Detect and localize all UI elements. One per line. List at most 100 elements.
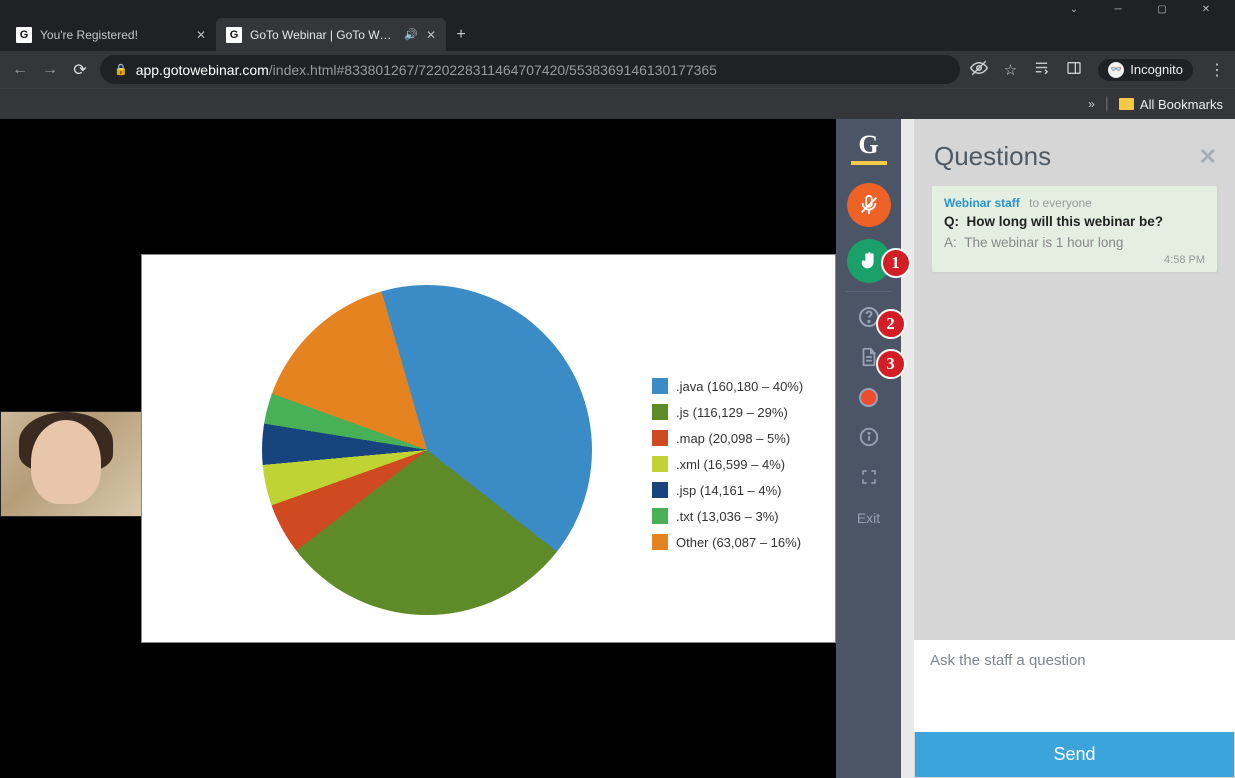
question-input-area: [914, 640, 1235, 732]
legend-item: .jsp (14,161 – 4%): [652, 477, 803, 503]
window-maximize-icon[interactable]: ▢: [1149, 2, 1175, 16]
legend-label: .java (160,180 – 40%): [676, 379, 803, 394]
favicon-icon: G: [226, 27, 242, 43]
incognito-icon: 👓: [1108, 62, 1124, 78]
reload-button[interactable]: ⟳: [70, 60, 90, 80]
qa-a-text: The webinar is 1 hour long: [964, 235, 1123, 250]
new-tab-button[interactable]: +: [446, 18, 476, 51]
fullscreen-button[interactable]: [852, 460, 886, 494]
qa-card: Webinar staff to everyone Q: How long wi…: [932, 186, 1217, 272]
legend-label: .js (116,129 – 29%): [676, 405, 788, 420]
qa-question: Q: How long will this webinar be?: [944, 214, 1205, 229]
tab-strip: G You're Registered! ✕ G GoTo Webinar | …: [0, 18, 1235, 51]
tab-registered[interactable]: G You're Registered! ✕: [6, 18, 216, 51]
expand-icon: [860, 468, 878, 486]
qa-a-prefix: A:: [944, 235, 957, 250]
recording-indicator: [852, 380, 886, 414]
info-icon: [858, 426, 880, 448]
qa-answer: A: The webinar is 1 hour long: [944, 235, 1205, 250]
send-button[interactable]: Send: [915, 732, 1234, 777]
browser-menu-icon[interactable]: ⋮: [1209, 60, 1225, 80]
qa-time: 4:58 PM: [944, 254, 1205, 266]
webinar-stage: .java (160,180 – 40%) .js (116,129 – 29%…: [0, 119, 836, 778]
legend-label: .map (20,098 – 5%): [676, 431, 790, 446]
qa-q-text: How long will this webinar be?: [967, 214, 1164, 229]
mute-mic-button[interactable]: [847, 183, 891, 227]
url-path: /index.html#833801267/722022831146470742…: [269, 62, 717, 78]
chart-legend: .java (160,180 – 40%) .js (116,129 – 29%…: [652, 373, 803, 555]
tab-label: You're Registered!: [40, 28, 188, 42]
legend-label: .xml (16,599 – 4%): [676, 457, 785, 472]
qa-to-label: to everyone: [1029, 196, 1092, 210]
address-bar[interactable]: 🔒 app.gotowebinar.com/index.html#8338012…: [100, 55, 960, 84]
tab-label: GoTo Webinar | GoTo Webin: [250, 28, 396, 42]
favicon-icon: G: [16, 27, 32, 43]
toolbar-right: ☆ 👓 Incognito ⋮: [970, 59, 1225, 81]
separator: |: [1105, 95, 1109, 113]
legend-item: .java (160,180 – 40%): [652, 373, 803, 399]
bookmark-star-icon[interactable]: ☆: [1004, 61, 1017, 79]
legend-swatch: [652, 508, 668, 524]
url-text: app.gotowebinar.com/index.html#833801267…: [136, 62, 717, 78]
tab-close-icon[interactable]: ✕: [196, 28, 206, 42]
window-collapse-icon[interactable]: ⌄: [1061, 2, 1087, 16]
window-minimize-icon[interactable]: ─: [1105, 2, 1131, 16]
goto-logo-icon: G: [851, 129, 887, 165]
questions-body: Webinar staff to everyone Q: How long wi…: [914, 186, 1235, 640]
questions-header: Questions ✕: [914, 119, 1235, 186]
info-button[interactable]: [852, 420, 886, 454]
page-content: .java (160,180 – 40%) .js (116,129 – 29%…: [0, 119, 1235, 778]
close-panel-icon[interactable]: ✕: [1199, 144, 1217, 170]
questions-panel: Questions ✕ Webinar staff to everyone Q:…: [914, 119, 1235, 778]
legend-swatch: [652, 404, 668, 420]
pie-chart: [262, 285, 592, 615]
reading-list-icon[interactable]: [1033, 59, 1050, 80]
questions-title: Questions: [934, 141, 1051, 172]
record-icon: [859, 388, 878, 407]
legend-swatch: [652, 456, 668, 472]
bookmarks-overflow-icon[interactable]: »: [1088, 97, 1095, 111]
exit-button[interactable]: Exit: [857, 510, 880, 526]
legend-item: .js (116,129 – 29%): [652, 399, 803, 425]
window-close-icon[interactable]: ✕: [1193, 2, 1219, 16]
qa-from: Webinar staff to everyone: [944, 196, 1205, 210]
legend-swatch: [652, 430, 668, 446]
legend-swatch: [652, 534, 668, 550]
incognito-label: Incognito: [1130, 62, 1183, 77]
legend-item: Other (63,087 – 16%): [652, 529, 803, 555]
legend-label: .txt (13,036 – 3%): [676, 509, 779, 524]
qa-from-staff: Webinar staff: [944, 196, 1020, 210]
panel-scrollbar[interactable]: [901, 119, 914, 778]
presenter-video-thumbnail[interactable]: [0, 411, 142, 517]
legend-swatch: [652, 378, 668, 394]
qa-q-prefix: Q:: [944, 214, 959, 229]
incognito-indicator[interactable]: 👓 Incognito: [1098, 59, 1193, 81]
tab-close-icon[interactable]: ✕: [426, 28, 436, 42]
back-button[interactable]: ←: [10, 61, 30, 79]
browser-toolbar: ← → ⟳ 🔒 app.gotowebinar.com/index.html#8…: [0, 51, 1235, 88]
folder-label: All Bookmarks: [1140, 97, 1223, 112]
all-bookmarks-folder[interactable]: All Bookmarks: [1119, 97, 1223, 112]
webinar-sidebar: G 1 2 3: [836, 119, 901, 778]
badge-2: 2: [876, 309, 906, 339]
question-input[interactable]: [930, 652, 1219, 669]
handouts-button[interactable]: 3: [852, 340, 886, 374]
legend-swatch: [652, 482, 668, 498]
tab-gotowebinar[interactable]: G GoTo Webinar | GoTo Webin 🔊 ✕: [216, 18, 446, 51]
legend-label: .jsp (14,161 – 4%): [676, 483, 782, 498]
tab-audio-icon[interactable]: 🔊: [404, 28, 418, 41]
lock-icon: 🔒: [114, 63, 128, 76]
hand-icon: [858, 250, 880, 272]
mic-off-icon: [858, 194, 880, 216]
legend-item: .txt (13,036 – 3%): [652, 503, 803, 529]
raise-hand-button[interactable]: 1: [847, 239, 891, 283]
questions-button[interactable]: 2: [852, 300, 886, 334]
folder-icon: [1119, 98, 1134, 110]
badge-3: 3: [876, 349, 906, 379]
legend-label: Other (63,087 – 16%): [676, 535, 801, 550]
eye-off-icon[interactable]: [970, 59, 988, 81]
presentation-slide: .java (160,180 – 40%) .js (116,129 – 29%…: [141, 254, 836, 643]
side-panel-icon[interactable]: [1066, 60, 1082, 80]
url-domain: app.gotowebinar.com: [136, 62, 269, 78]
forward-button[interactable]: →: [40, 61, 60, 79]
